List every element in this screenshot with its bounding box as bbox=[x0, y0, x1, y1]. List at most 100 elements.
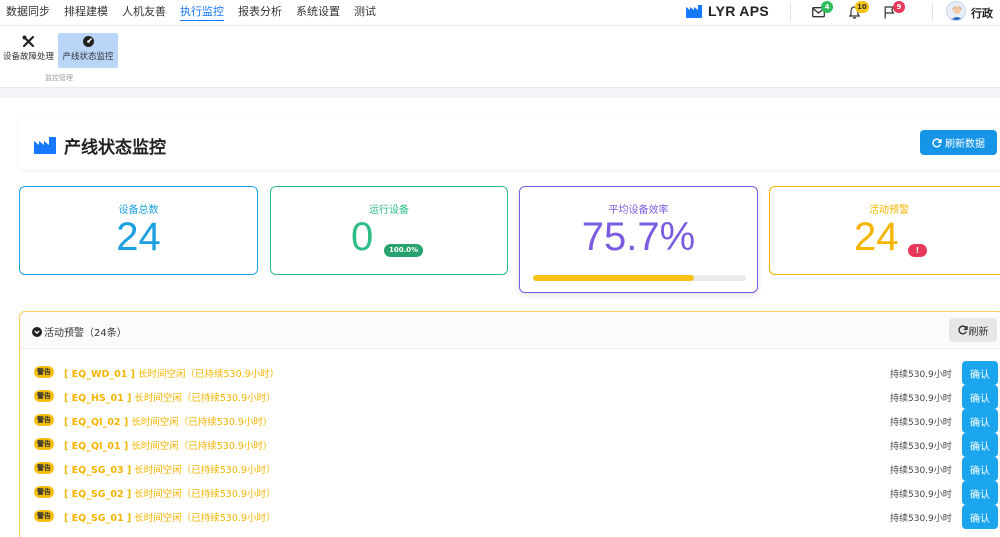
refresh-alerts-button[interactable]: 刷新 bbox=[949, 318, 997, 342]
flag-button[interactable]: 9 bbox=[884, 1, 905, 19]
alert-message: 长时间空闲（已持续530.9小时） bbox=[137, 369, 280, 380]
alert-message: 长时间空闲（已持续530.9小时） bbox=[131, 417, 273, 428]
alert-duration: 持续530.9小时 bbox=[890, 370, 952, 380]
mail-button[interactable]: 4 bbox=[812, 1, 833, 19]
stat-value: 24 bbox=[116, 215, 161, 259]
alert-text: [ EQ_SG_01 ] 长时间空闲（已持续530.9小时） bbox=[64, 510, 275, 524]
alert-equipment-id: [ EQ_SG_03 ] bbox=[64, 465, 132, 476]
main-content: 产线状态监控 刷新数据 设备总数 24 运行设备 0 100.0% 平均设备效率… bbox=[0, 98, 1000, 537]
ribbon-toolbar: 设备故障处理 产线状态监控 监控管理 bbox=[0, 25, 1000, 88]
brand-logo[interactable]: LYR APS bbox=[686, 3, 769, 19]
alert-equipment-id: [ EQ_SG_01 ] bbox=[64, 513, 132, 524]
stat-label: 运行设备 bbox=[369, 205, 409, 216]
user-avatar[interactable] bbox=[946, 1, 966, 21]
menu-item-report-analysis[interactable]: 报表分析 bbox=[238, 4, 282, 21]
alert-message: 长时间空闲（已持续530.9小时） bbox=[134, 393, 276, 404]
stat-label: 设备总数 bbox=[118, 205, 159, 216]
alert-duration: 持续530.9小时 bbox=[890, 466, 952, 476]
warning-badge: 警告 bbox=[34, 462, 54, 474]
confirm-alert-button[interactable]: 确认 bbox=[962, 505, 998, 529]
alert-row: 警告 [ EQ_SG_02 ] 长时间空闲（已持续530.9小时） 持续530.… bbox=[20, 481, 1000, 505]
tools-icon bbox=[22, 35, 35, 48]
line-status-monitor-button[interactable]: 产线状态监控 bbox=[58, 33, 118, 68]
menu-item-data-sync[interactable]: 数据同步 bbox=[6, 4, 50, 21]
menu-item-scheduling-model[interactable]: 排程建模 bbox=[64, 4, 108, 21]
refresh-icon bbox=[957, 325, 968, 335]
confirm-alert-button[interactable]: 确认 bbox=[962, 385, 998, 409]
ribbon-group-label: 监控管理 bbox=[45, 74, 73, 82]
brand-name: LYR APS bbox=[708, 3, 769, 19]
confirm-alert-button[interactable]: 确认 bbox=[962, 361, 998, 385]
alerts-panel-header: 活动预警（24条） 刷新 bbox=[20, 312, 1000, 349]
alert-message: 长时间空闲（已持续530.9小时） bbox=[134, 513, 276, 524]
alert-row: 警告 [ EQ_SG_01 ] 长时间空闲（已持续530.9小时） 持续530.… bbox=[20, 505, 1000, 529]
notification-button[interactable]: 10 bbox=[848, 1, 869, 19]
alert-row: 警告 [ EQ_QI_01 ] 长时间空闲（已持续530.9小时） 持续530.… bbox=[20, 433, 1000, 457]
alert-duration: 持续530.9小时 bbox=[890, 394, 952, 404]
line-status-monitor-label: 产线状态监控 bbox=[62, 52, 114, 62]
menu-item-system-settings[interactable]: 系统设置 bbox=[296, 4, 340, 21]
alert-equipment-id: [ EQ_QI_01 ] bbox=[64, 441, 129, 452]
alert-duration: 持续530.9小时 bbox=[890, 418, 952, 428]
stat-label: 活动预警 bbox=[869, 205, 909, 216]
alert-equipment-id: [ EQ_HS_01 ] bbox=[64, 393, 132, 404]
chevron-down-circle-icon bbox=[32, 326, 42, 337]
equipment-fault-button[interactable]: 设备故障处理 bbox=[0, 33, 57, 68]
warning-badge: 警告 bbox=[34, 414, 54, 426]
warning-badge: 警告 bbox=[34, 486, 54, 498]
confirm-alert-button[interactable]: 确认 bbox=[962, 433, 998, 457]
user-name[interactable]: 行政 bbox=[971, 5, 993, 21]
alert-equipment-id: [ EQ_QI_02 ] bbox=[64, 417, 129, 428]
alert-equipment-id: [ EQ_WD_01 ] bbox=[64, 369, 135, 380]
stat-card-average-efficiency: 平均设备效率 75.7% bbox=[519, 186, 758, 293]
confirm-alert-button[interactable]: 确认 bbox=[962, 481, 998, 505]
stat-value: 24 bbox=[854, 215, 899, 259]
alert-duration: 持续530.9小时 bbox=[890, 442, 952, 452]
alert-row: 警告 [ EQ_SG_03 ] 长时间空闲（已持续530.9小时） 持续530.… bbox=[20, 457, 1000, 481]
alert-row-partial bbox=[20, 529, 1000, 537]
equipment-fault-label: 设备故障处理 bbox=[2, 52, 54, 62]
refresh-data-button[interactable]: 刷新数据 bbox=[920, 130, 997, 155]
alert-text: [ EQ_WD_01 ] 长时间空闲（已持续530.9小时） bbox=[64, 366, 279, 380]
warning-badge: 警告 bbox=[34, 510, 54, 522]
top-navbar: 数据同步 排程建模 人机友善 执行监控 报表分析 系统设置 测试 LYR APS… bbox=[0, 0, 1000, 25]
main-menu: 数据同步 排程建模 人机友善 执行监控 报表分析 系统设置 测试 bbox=[6, 4, 390, 21]
alerts-panel-title[interactable]: 活动预警（24条） bbox=[32, 324, 127, 339]
alert-row: 警告 [ EQ_WD_01 ] 长时间空闲（已持续530.9小时） 持续530.… bbox=[20, 361, 1000, 385]
page-header-card bbox=[19, 118, 1000, 170]
alert-message: 长时间空闲（已持续530.9小时） bbox=[131, 441, 273, 452]
alerts-panel-title-text: 活动预警（24条） bbox=[44, 328, 127, 339]
confirm-alert-button[interactable]: 确认 bbox=[962, 457, 998, 481]
menu-item-execution-monitor[interactable]: 执行监控 bbox=[180, 4, 224, 21]
nav-divider bbox=[932, 3, 933, 21]
alert-text: [ EQ_SG_02 ] 长时间空闲（已持续530.9小时） bbox=[64, 486, 275, 500]
stat-card-active-alerts: 活动预警 24 ! bbox=[769, 186, 1000, 275]
confirm-alert-button[interactable]: 确认 bbox=[962, 409, 998, 433]
efficiency-progress-bar bbox=[533, 275, 746, 281]
menu-item-test[interactable]: 测试 bbox=[354, 4, 376, 21]
alert-text: [ EQ_QI_02 ] 长时间空闲（已持续530.9小时） bbox=[64, 414, 272, 428]
refresh-icon bbox=[932, 137, 942, 147]
notification-count-badge: 10 bbox=[855, 1, 869, 13]
flag-count-badge: 9 bbox=[893, 1, 905, 13]
alert-indicator-badge: ! bbox=[908, 244, 927, 257]
stat-value: 75.7% bbox=[581, 215, 696, 259]
active-alerts-panel: 活动预警（24条） 刷新 警告 [ EQ_WD_01 ] 长时间空闲（已持续53… bbox=[19, 311, 1000, 537]
factory-icon bbox=[686, 4, 702, 18]
alert-equipment-id: [ EQ_SG_02 ] bbox=[64, 489, 132, 500]
alert-duration: 持续530.9小时 bbox=[890, 514, 952, 524]
alert-duration: 持续530.9小时 bbox=[890, 490, 952, 500]
warning-badge: 警告 bbox=[34, 366, 54, 378]
factory-icon bbox=[34, 137, 56, 154]
menu-item-human-machine[interactable]: 人机友善 bbox=[122, 4, 166, 21]
refresh-alerts-label: 刷新 bbox=[968, 326, 989, 338]
refresh-data-label: 刷新数据 bbox=[945, 139, 985, 150]
alert-row: 警告 [ EQ_HS_01 ] 长时间空闲（已持续530.9小时） 持续530.… bbox=[20, 385, 1000, 409]
gauge-icon bbox=[82, 36, 94, 47]
warning-badge: 警告 bbox=[34, 390, 54, 402]
warning-badge: 警告 bbox=[34, 438, 54, 450]
stat-card-total-equipment: 设备总数 24 bbox=[19, 186, 258, 275]
alert-text: [ EQ_SG_03 ] 长时间空闲（已持续530.9小时） bbox=[64, 462, 275, 476]
avatar-image-icon bbox=[950, 6, 964, 20]
alert-text: [ EQ_HS_01 ] 长时间空闲（已持续530.9小时） bbox=[64, 390, 276, 404]
